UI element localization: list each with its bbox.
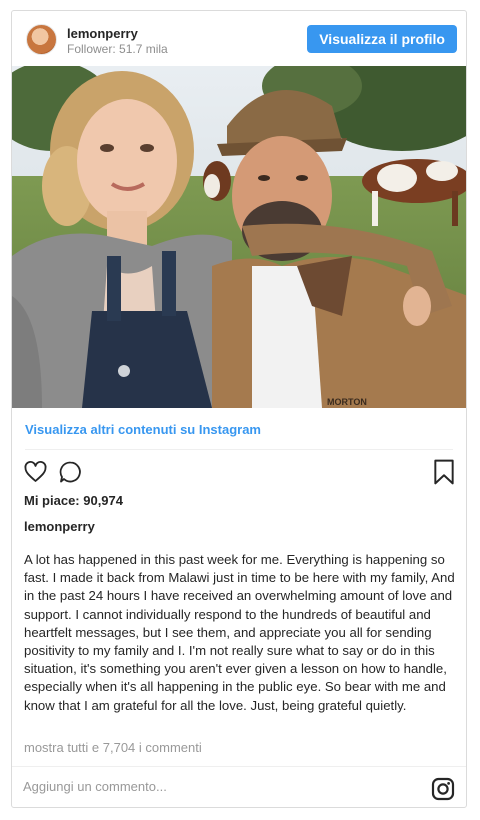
like-count[interactable]: Mi piace: 90,974 (24, 493, 123, 508)
view-all-comments-link[interactable]: mostra tutti e 7,704 i commenti (24, 740, 202, 755)
speech-bubble-icon[interactable] (58, 460, 83, 489)
avatar[interactable] (26, 24, 57, 55)
post-header: lemonperry Follower: 51.7 mila Visualizz… (12, 11, 466, 66)
comment-bar: Aggiungi un commento... (12, 766, 466, 807)
view-profile-button[interactable]: Visualizza il profilo (307, 25, 457, 53)
bookmark-icon[interactable] (433, 459, 455, 490)
post-photo[interactable]: MORTON (12, 66, 466, 408)
divider (25, 449, 453, 450)
heart-icon[interactable] (23, 460, 48, 489)
comment-input[interactable]: Aggiungi un commento... (23, 779, 167, 794)
instagram-logo-icon[interactable] (431, 777, 455, 806)
view-more-on-instagram-link[interactable]: Visualizza altri contenuti su Instagram (25, 422, 261, 437)
username[interactable]: lemonperry (67, 26, 138, 41)
post-photo-image: MORTON (12, 66, 466, 408)
caption-author[interactable]: lemonperry (24, 519, 95, 534)
instagram-embed-card: lemonperry Follower: 51.7 mila Visualizz… (11, 10, 467, 808)
jacket-brand-text: MORTON (327, 397, 367, 407)
post-caption: A lot has happened in this past week for… (24, 552, 455, 713)
follower-count: Follower: 51.7 mila (67, 42, 168, 56)
action-bar (12, 458, 466, 488)
